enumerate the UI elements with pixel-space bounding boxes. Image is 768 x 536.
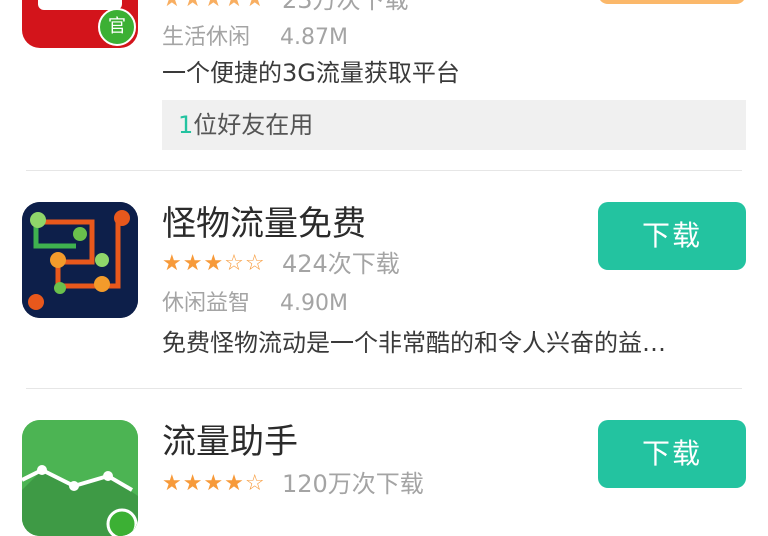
rating-stars: ★★★☆☆ — [162, 251, 266, 276]
app-icon[interactable]: 官 — [22, 0, 138, 48]
friends-text: 位好友在用 — [193, 111, 314, 139]
official-badge-icon: 官 — [98, 8, 136, 46]
download-button[interactable]: 下载 — [598, 420, 746, 488]
friends-using-banner[interactable]: 1位好友在用 — [162, 100, 746, 150]
app-category: 生活休闲 — [162, 25, 251, 50]
download-button[interactable]: 下载 — [598, 202, 746, 270]
download-count: 120万次下载 — [282, 470, 424, 498]
app-title[interactable]: 怪物流量免费 — [162, 204, 366, 244]
app-icon[interactable] — [22, 420, 138, 536]
rating-stars: ★★★★☆ — [162, 471, 266, 496]
download-button[interactable] — [598, 0, 746, 4]
app-category: 休闲益智 — [162, 291, 251, 316]
download-count: 23万次下载 — [282, 0, 409, 14]
traffic-chart-icon — [22, 420, 138, 536]
app-icon[interactable] — [22, 202, 138, 318]
app-meta: 休闲益智 4.90M — [162, 290, 348, 318]
rating-stars: ★★★★★ — [162, 0, 266, 14]
app-list-item[interactable]: 流量助手 ★★★★☆ 120万次下载 下载 — [0, 388, 768, 536]
app-list-item[interactable]: 怪物流量免费 ★★★☆☆ 424次下载 休闲益智 4.90M 免费怪物流动是一个非… — [0, 170, 768, 388]
friends-count: 1 — [178, 111, 194, 139]
app-description: 一个便捷的3G流量获取平台 — [162, 59, 460, 87]
download-count: 424次下载 — [282, 250, 400, 278]
app-title[interactable]: 流量助手 — [162, 422, 298, 462]
app-description: 免费怪物流动是一个非常酷的和令人兴奋的益… — [162, 329, 666, 357]
app-meta: 生活休闲 4.87M — [162, 24, 348, 52]
app-list-item[interactable]: 官 ★★★★★ 23万次下载 生活休闲 4.87M 一个便捷的3G流量获取平台 1… — [0, 0, 768, 170]
app-size: 4.90M — [280, 291, 348, 316]
app-size: 4.87M — [280, 25, 348, 50]
monster-game-icon — [22, 202, 138, 318]
